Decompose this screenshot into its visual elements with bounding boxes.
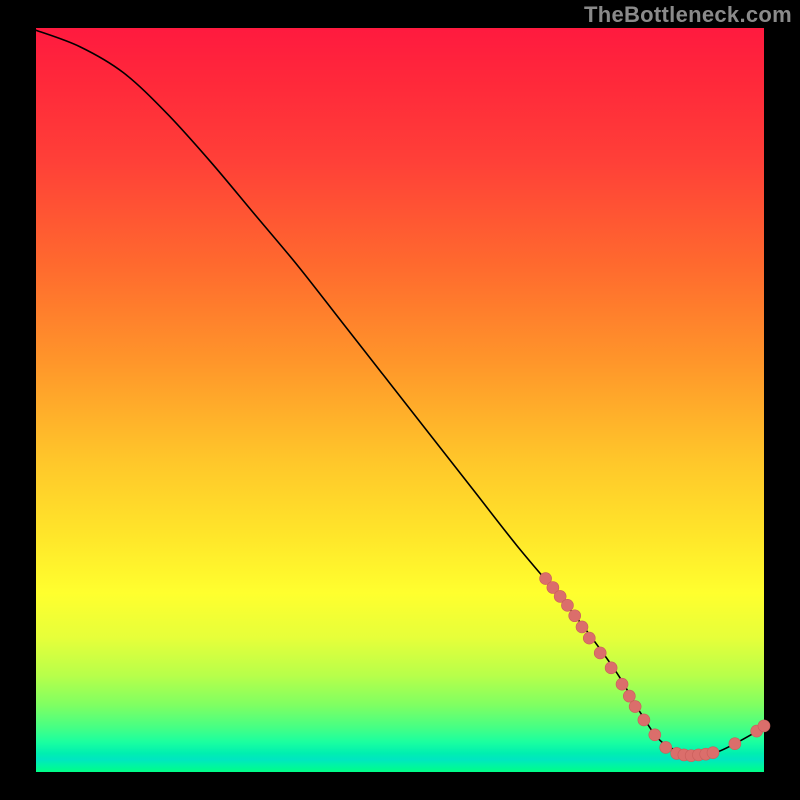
data-marker <box>729 738 741 750</box>
plot-area <box>36 28 764 772</box>
data-marker <box>576 621 588 633</box>
data-marker <box>758 720 770 732</box>
data-marker <box>623 690 635 702</box>
data-marker <box>707 747 719 759</box>
markers-group <box>540 573 770 762</box>
data-marker <box>629 701 641 713</box>
data-marker <box>594 647 606 659</box>
bottleneck-curve-path <box>36 30 764 756</box>
data-marker <box>605 662 617 674</box>
data-marker <box>583 632 595 644</box>
data-marker <box>569 610 581 622</box>
data-marker <box>638 714 650 726</box>
data-marker <box>561 599 573 611</box>
chart-svg <box>36 28 764 772</box>
data-marker <box>649 729 661 741</box>
data-marker <box>660 741 672 753</box>
chart-frame: TheBottleneck.com <box>0 0 800 800</box>
watermark-label: TheBottleneck.com <box>584 2 792 28</box>
data-marker <box>616 678 628 690</box>
